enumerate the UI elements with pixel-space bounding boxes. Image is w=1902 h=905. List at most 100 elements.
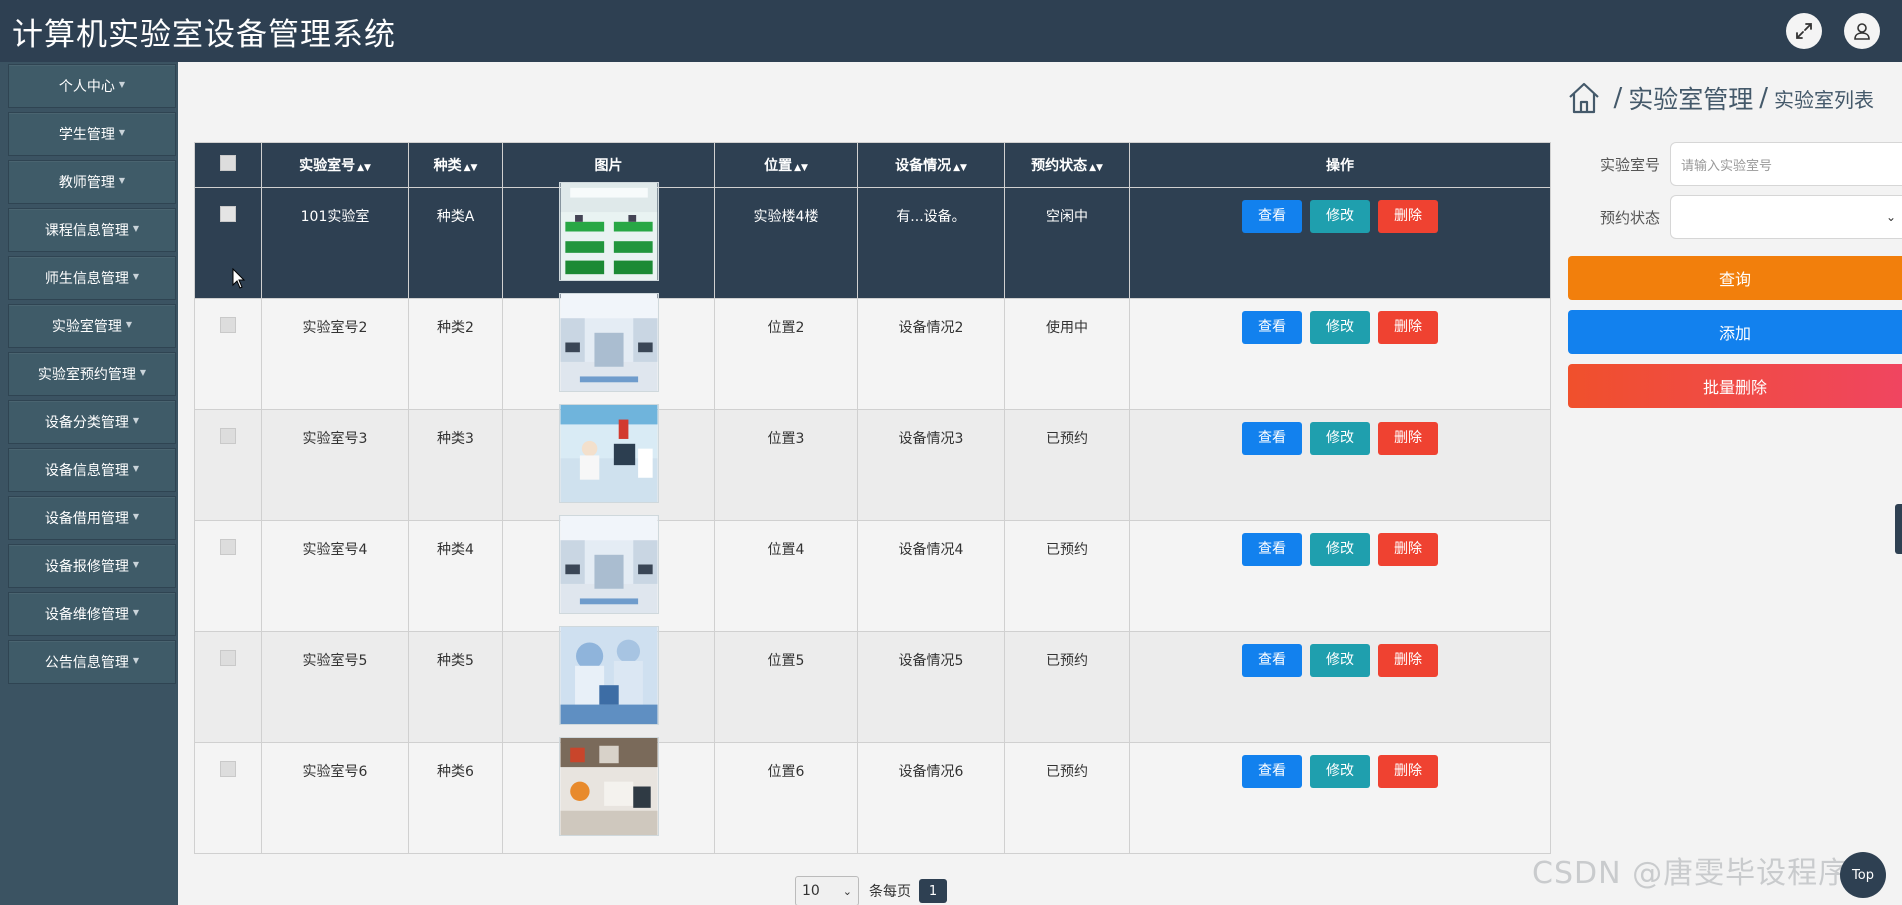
- drawer-handle[interactable]: [1895, 504, 1902, 554]
- delete-button[interactable]: 删除: [1378, 422, 1438, 455]
- image-cell: [502, 182, 715, 299]
- table-row[interactable]: 实验室号4 种类4 位置4 设备情况4 已预约 查看 修改 删除: [194, 515, 1551, 632]
- sidebar-item-label: 公告信息管理: [44, 655, 129, 671]
- caret-down-icon: ▼: [132, 415, 140, 425]
- header-equipment[interactable]: 设备情况 ▲▼: [857, 142, 1005, 188]
- page-size-select[interactable]: 10 ⌄: [795, 876, 859, 905]
- header-actions: 操作: [1129, 142, 1551, 188]
- row-checkbox[interactable]: [220, 539, 236, 555]
- edit-button[interactable]: 修改: [1310, 755, 1370, 788]
- lab-thumbnail[interactable]: [558, 182, 659, 281]
- sidebar-item-equipment-borrow-management[interactable]: 设备借用管理 ▼: [8, 496, 176, 540]
- sidebar-item-lab-reservation-management[interactable]: 实验室预约管理 ▼: [8, 352, 176, 396]
- edit-button[interactable]: 修改: [1310, 311, 1370, 344]
- image-cell: [502, 737, 715, 854]
- select-all-checkbox[interactable]: [220, 155, 236, 171]
- sidebar-item-label: 实验室管理: [51, 319, 122, 335]
- sidebar-item-teacher-student-management[interactable]: 师生信息管理 ▼: [8, 256, 176, 300]
- view-button[interactable]: 查看: [1242, 644, 1302, 677]
- lab-no-cell: 实验室号2: [261, 298, 409, 410]
- chevron-down-icon: ⌄: [1885, 210, 1896, 224]
- sidebar-item-notice-management[interactable]: 公告信息管理 ▼: [8, 640, 176, 684]
- lab-thumbnail[interactable]: [558, 293, 659, 392]
- view-button[interactable]: 查看: [1242, 311, 1302, 344]
- kind-cell: 种类6: [408, 742, 503, 854]
- header-kind[interactable]: 种类 ▲▼: [408, 142, 503, 188]
- row-select-cell: [194, 520, 262, 632]
- add-button[interactable]: 添加: [1568, 310, 1902, 354]
- header-status[interactable]: 预约状态 ▲▼: [1004, 142, 1130, 188]
- view-button[interactable]: 查看: [1242, 422, 1302, 455]
- table-row[interactable]: 实验室号6 种类6 位置6 设备情况6 已预约 查看 修改 删除: [194, 737, 1551, 854]
- location-cell: 位置2: [714, 298, 858, 410]
- sidebar-item-lab-management[interactable]: 实验室管理 ▼: [8, 304, 176, 348]
- expand-icon: [1796, 23, 1812, 39]
- breadcrumb-section[interactable]: 实验室管理: [1628, 80, 1753, 116]
- lab-no-input[interactable]: 请输入实验室号: [1670, 142, 1902, 186]
- status-select[interactable]: ⌄: [1670, 195, 1902, 239]
- delete-button[interactable]: 删除: [1378, 200, 1438, 233]
- delete-button[interactable]: 删除: [1378, 644, 1438, 677]
- header-lab-no[interactable]: 实验室号 ▲▼: [261, 142, 409, 188]
- delete-button[interactable]: 删除: [1378, 311, 1438, 344]
- row-select-cell: [194, 742, 262, 854]
- table-header-row: 实验室号 ▲▼ 种类 ▲▼ 图片 位置 ▲▼ 设备情况 ▲▼ 预约状态 ▲▼ 操作: [194, 142, 1551, 188]
- view-button[interactable]: 查看: [1242, 533, 1302, 566]
- caret-down-icon: ▼: [118, 79, 126, 89]
- sidebar-item-student-management[interactable]: 学生管理 ▼: [8, 112, 176, 156]
- header-location[interactable]: 位置 ▲▼: [714, 142, 858, 188]
- table-row[interactable]: 实验室号2 种类2 位置2 设备情况2 使用中 查看 修改 删除: [194, 293, 1551, 410]
- delete-button[interactable]: 删除: [1378, 533, 1438, 566]
- table-row[interactable]: 实验室号5 种类5 位置5 设备情况5 已预约 查看 修改 删除: [194, 626, 1551, 743]
- status-cell: 已预约: [1004, 409, 1130, 521]
- sidebar-item-equipment-repair-management[interactable]: 设备维修管理 ▼: [8, 592, 176, 636]
- mouse-cursor-icon: [232, 268, 246, 289]
- view-button[interactable]: 查看: [1242, 200, 1302, 233]
- edit-button[interactable]: 修改: [1310, 644, 1370, 677]
- sort-icon: ▲▼: [357, 163, 371, 173]
- row-checkbox[interactable]: [220, 650, 236, 666]
- page-button-current[interactable]: 1: [919, 879, 947, 903]
- lab-thumbnail[interactable]: [558, 404, 659, 503]
- user-icon: [1854, 23, 1870, 40]
- query-button[interactable]: 查询: [1568, 256, 1902, 300]
- edit-button[interactable]: 修改: [1310, 533, 1370, 566]
- table-row[interactable]: 101实验室 种类A 实验楼4楼 有...设备。 空闲中 查看 修改 删除: [194, 182, 1551, 299]
- lab-table: 实验室号 ▲▼ 种类 ▲▼ 图片 位置 ▲▼ 设备情况 ▲▼ 预约状态 ▲▼ 操作 101…: [194, 142, 1551, 854]
- edit-button[interactable]: 修改: [1310, 422, 1370, 455]
- lab-thumbnail[interactable]: [558, 626, 659, 725]
- lab-no-cell: 101实验室: [261, 187, 409, 299]
- row-checkbox[interactable]: [220, 761, 236, 777]
- sidebar-item-course-management[interactable]: 课程信息管理 ▼: [8, 208, 176, 252]
- fullscreen-button[interactable]: [1786, 13, 1822, 49]
- delete-button[interactable]: 删除: [1378, 755, 1438, 788]
- row-checkbox[interactable]: [220, 317, 236, 333]
- row-checkbox[interactable]: [220, 428, 236, 444]
- row-select-cell: [194, 187, 262, 299]
- sidebar-item-label: 设备分类管理: [44, 415, 129, 431]
- sidebar-item-teacher-management[interactable]: 教师管理 ▼: [8, 160, 176, 204]
- sidebar-item-label: 课程信息管理: [44, 223, 129, 239]
- image-cell: [502, 515, 715, 632]
- home-icon[interactable]: [1567, 81, 1601, 115]
- user-menu-button[interactable]: [1844, 13, 1880, 49]
- actions-cell: 查看 修改 删除: [1129, 742, 1551, 854]
- sidebar-item-personal-center[interactable]: 个人中心 ▼: [8, 64, 176, 108]
- sidebar-item-equipment-report-management[interactable]: 设备报修管理 ▼: [8, 544, 176, 588]
- table-row[interactable]: 实验室号3 种类3 位置3 设备情况3 已预约 查看 修改 删除: [194, 404, 1551, 521]
- sidebar-item-label: 个人中心: [58, 79, 115, 95]
- edit-button[interactable]: 修改: [1310, 200, 1370, 233]
- lab-thumbnail[interactable]: [558, 737, 659, 836]
- sort-icon: ▲▼: [794, 163, 808, 173]
- sort-icon: ▲▼: [953, 163, 967, 173]
- sidebar-item-equipment-info-management[interactable]: 设备信息管理 ▼: [8, 448, 176, 492]
- back-to-top-button[interactable]: Top: [1840, 852, 1886, 898]
- batch-delete-button[interactable]: 批量删除: [1568, 364, 1902, 408]
- equipment-cell: 设备情况2: [857, 298, 1005, 410]
- view-button[interactable]: 查看: [1242, 755, 1302, 788]
- sidebar-item-equipment-category-management[interactable]: 设备分类管理 ▼: [8, 400, 176, 444]
- row-checkbox[interactable]: [220, 206, 236, 222]
- lab-thumbnail[interactable]: [558, 515, 659, 614]
- status-cell: 使用中: [1004, 298, 1130, 410]
- lab-no-label: 实验室号: [1599, 156, 1660, 174]
